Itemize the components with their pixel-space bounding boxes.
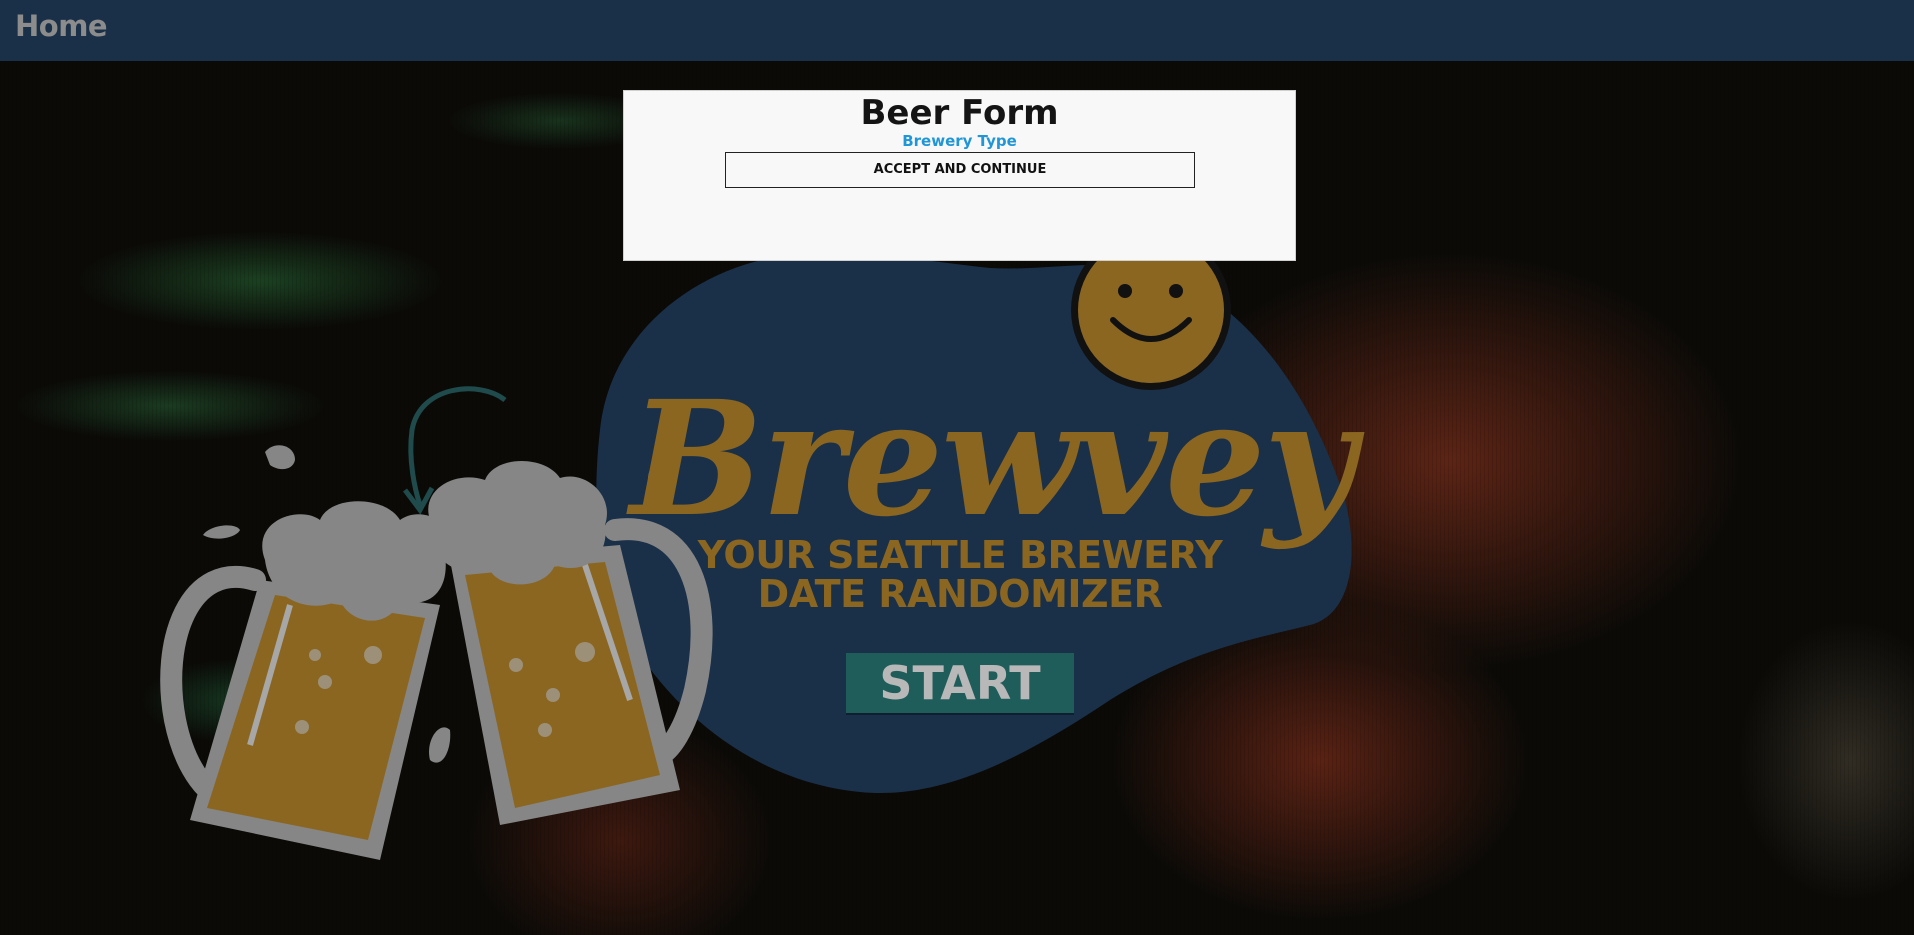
home-link[interactable]: Home [15,9,108,43]
beer-form-modal: Beer Form Brewery Type ACCEPT AND CONTIN… [623,90,1296,261]
accept-and-continue-button[interactable]: ACCEPT AND CONTINUE [725,152,1195,188]
modal-title: Beer Form [860,93,1059,133]
top-nav-bar: Home [0,0,1914,61]
brand-title: Brewvey [630,367,1355,552]
start-button[interactable]: START [846,653,1074,713]
brand-tagline: YOUR SEATTLE BREWERY DATE RANDOMIZER [697,533,1223,616]
brewery-type-label: Brewery Type [902,132,1017,150]
